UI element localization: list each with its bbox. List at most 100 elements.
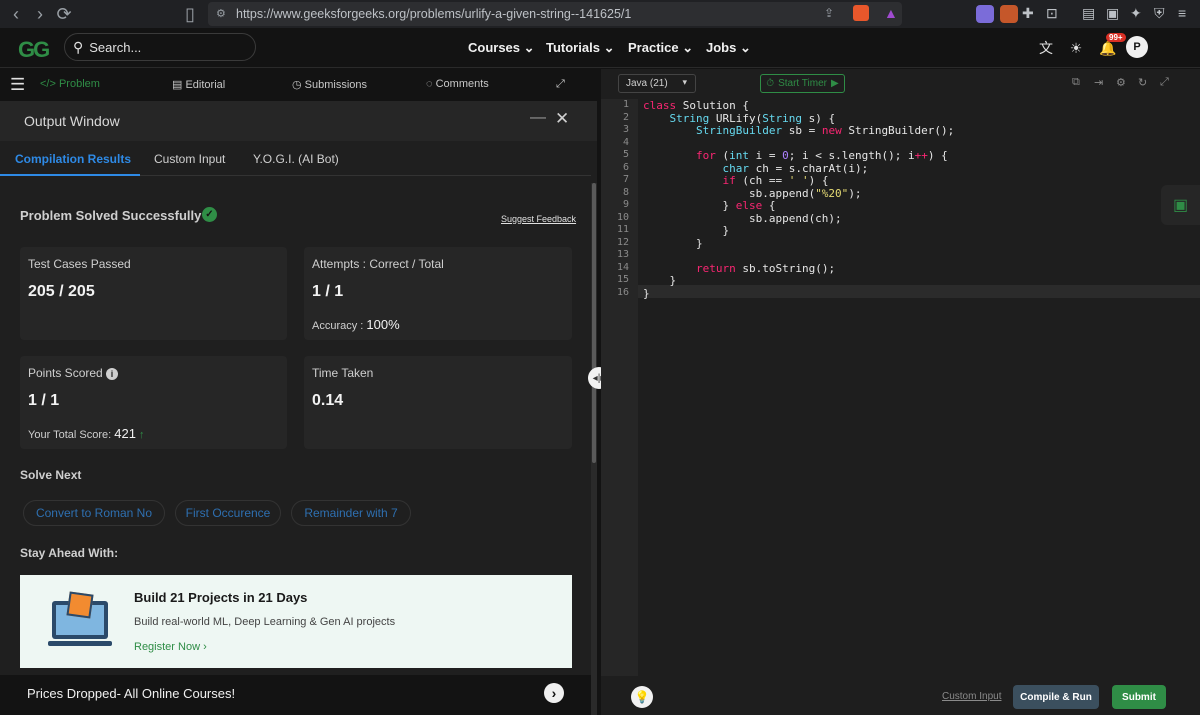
language-select[interactable]: Java (21) ▾ <box>618 74 696 93</box>
tab-submissions[interactable]: ◷ Submissions <box>292 78 367 91</box>
info-icon[interactable]: i <box>106 368 119 380</box>
test-cases-value: 205 / 205 <box>28 283 95 300</box>
chevron-down-icon: ⌄ <box>603 40 615 55</box>
register-now-link[interactable]: Register Now › <box>134 641 207 653</box>
problem-tabs: ☰ </> Problem ▤ Editorial ◷ Submissions … <box>0 69 597 101</box>
address-bar[interactable]: ⚙ https://www.geeksforgeeks.org/problems… <box>208 2 902 26</box>
search-input[interactable]: ⚲ Search... <box>64 33 256 61</box>
chevron-down-icon: ⌄ <box>682 40 694 55</box>
code-line: char ch = s.charAt(i); <box>722 161 869 175</box>
solve-next-chip[interactable]: Remainder with 7 <box>291 500 411 526</box>
search-placeholder: Search... <box>89 39 142 55</box>
promo-banner[interactable]: Build 21 Projects in 21 Days Build real-… <box>20 575 572 668</box>
tab-yogi-ai-bot[interactable]: Y.O.G.I. (AI Bot) <box>253 152 339 166</box>
fullscreen-icon[interactable]: ⤢ <box>1160 76 1169 89</box>
nav-tutorials[interactable]: Tutorials ⌄ <box>546 40 614 56</box>
code-area[interactable]: class Solution { String URLify(String s)… <box>601 99 1200 309</box>
brave-shield-icon[interactable] <box>853 5 869 21</box>
chevron-down-icon: ⌄ <box>523 40 535 55</box>
extension-icon[interactable]: ⊡ <box>1046 5 1058 22</box>
compile-run-button[interactable]: Compile & Run <box>1013 685 1099 709</box>
back-icon[interactable]: ‹ <box>4 2 28 26</box>
upload-icon[interactable]: ⇥ <box>1094 76 1103 89</box>
attempts-value: 1 / 1 <box>312 283 344 300</box>
points-value: 1 / 1 <box>28 392 60 409</box>
clock-icon: ◷ <box>292 79 302 91</box>
code-line: } <box>643 224 730 237</box>
brave-rewards-icon[interactable]: ▲ <box>884 5 898 21</box>
accuracy-label: Accuracy : 100% <box>312 317 400 332</box>
site-info-icon[interactable]: ⚙ <box>216 7 226 20</box>
solve-next-title: Solve Next <box>20 468 82 482</box>
bottom-banner-text: Prices Dropped- All Online Courses! <box>27 686 236 701</box>
chevron-down-icon: ⌄ <box>739 40 751 55</box>
gfg-logo[interactable]: GG <box>18 37 50 63</box>
translate-icon[interactable]: 文 <box>1034 36 1058 60</box>
active-tab-indicator <box>0 174 140 176</box>
expand-icon[interactable]: ⤢ <box>556 78 565 91</box>
nav-jobs[interactable]: Jobs ⌄ <box>706 40 751 56</box>
avatar[interactable]: P <box>1126 36 1148 58</box>
close-icon[interactable]: ✕ <box>555 109 569 129</box>
extension-icon[interactable] <box>976 5 994 23</box>
editor-actions <box>601 676 1200 715</box>
code-line: class Solution { <box>643 99 749 112</box>
bookmark-icon[interactable]: ▯ <box>178 2 202 26</box>
settings-gear-icon[interactable]: ⚙ <box>1116 76 1126 89</box>
test-cases-card: Test Cases Passed 205 / 205 <box>20 247 287 340</box>
timer-icon: ⏱ <box>766 78 775 89</box>
tab-problem[interactable]: </> Problem <box>40 78 100 90</box>
code-editor-panel: Java (21) ▾ ⏱ Start Timer ▶ ⧉ ⇥ ⚙ ↻ ⤢ 1 2 … <box>601 69 1200 715</box>
caret-down-icon: ▾ <box>682 77 687 87</box>
share-icon[interactable]: ⇪ <box>824 6 834 20</box>
extension-icon[interactable] <box>1000 5 1018 23</box>
sidebar-icon[interactable]: ▤ <box>1082 5 1095 22</box>
nav-practice[interactable]: Practice ⌄ <box>628 40 693 56</box>
editor-toolbar: Java (21) ▾ ⏱ Start Timer ▶ ⧉ ⇥ ⚙ ↻ ⤢ <box>601 69 1200 97</box>
promo-title: Build 21 Projects in 21 Days <box>134 590 308 605</box>
tab-custom-input[interactable]: Custom Input <box>154 152 225 166</box>
menu-icon[interactable]: ≡ <box>1178 5 1186 21</box>
solve-next-chip[interactable]: First Occurence <box>175 500 281 526</box>
nav-courses[interactable]: Courses ⌄ <box>468 40 535 56</box>
tab-editorial[interactable]: ▤ Editorial <box>172 78 225 91</box>
output-tabs: Compilation Results Custom Input Y.O.G.I… <box>0 141 591 176</box>
status-text: Problem Solved Successfully <box>20 208 202 223</box>
tab-comments[interactable]: ◌ Comments <box>426 78 489 90</box>
points-label: Points Scored i <box>28 366 119 380</box>
submit-button[interactable]: Submit <box>1112 685 1166 709</box>
code-line: String URLify(String s) { <box>669 111 836 125</box>
chevron-right-icon[interactable]: › <box>544 683 564 703</box>
bottom-banner[interactable]: Prices Dropped- All Online Courses! › <box>0 675 591 715</box>
copy-icon[interactable]: ⧉ <box>1072 76 1080 89</box>
attempts-card: Attempts : Correct / Total 1 / 1 Accurac… <box>304 247 572 340</box>
minimize-icon[interactable]: — <box>530 109 546 127</box>
scrollbar-track[interactable] <box>591 183 597 715</box>
solve-next-chip[interactable]: Convert to Roman No <box>23 500 165 526</box>
custom-input-link[interactable]: Custom Input <box>942 691 1001 702</box>
reload-icon[interactable]: ⟳ <box>52 2 76 26</box>
total-score-label: Your Total Score: 421 ↑ <box>28 426 145 441</box>
code-icon: </> <box>40 78 56 90</box>
vpn-icon[interactable]: ⛨ <box>1154 5 1165 22</box>
lightbulb-icon[interactable]: 💡 <box>631 686 653 708</box>
wallet-icon[interactable]: ▣ <box>1106 5 1119 22</box>
suggest-feedback-link[interactable]: Suggest Feedback <box>501 214 576 224</box>
document-icon: ▤ <box>172 79 183 91</box>
puzzle-icon[interactable]: ✚ <box>1022 5 1034 22</box>
total-score-value: 421 <box>114 426 136 441</box>
reset-icon[interactable]: ↻ <box>1138 76 1147 89</box>
theme-toggle-icon[interactable]: ☀ <box>1064 36 1088 60</box>
tab-compilation-results[interactable]: Compilation Results <box>15 152 131 166</box>
chat-icon[interactable]: ▣ <box>1161 185 1200 225</box>
code-line: sb.append("%20"); <box>643 186 862 200</box>
code-line: sb.append(ch); <box>643 211 842 225</box>
leo-ai-icon[interactable]: ✦ <box>1130 5 1142 22</box>
start-timer-button[interactable]: ⏱ Start Timer ▶ <box>760 74 845 93</box>
forward-icon[interactable]: › <box>28 2 52 26</box>
scrollbar-thumb[interactable] <box>592 183 596 463</box>
code-line: StringBuilder sb = new StringBuilder(); <box>695 124 955 137</box>
arrow-up-icon: ↑ <box>139 429 145 441</box>
notification-badge: 99+ <box>1106 33 1126 42</box>
hamburger-menu-icon[interactable]: ☰ <box>10 75 25 95</box>
